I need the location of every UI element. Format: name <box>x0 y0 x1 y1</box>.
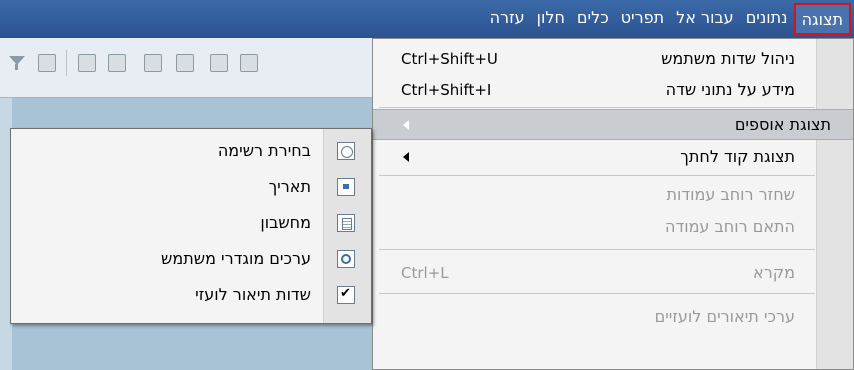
menu-icon-gutter <box>816 39 853 369</box>
menu-item-fit-column-width[interactable]: התאם רוחב עמודה <box>373 211 817 242</box>
submenu-item-user-defined-values[interactable]: ערכים מוגדרי משתמש <box>11 243 371 275</box>
menu-item-label: התאם רוחב עמודה <box>665 217 795 236</box>
menu-view[interactable]: תצוגה <box>793 3 851 35</box>
submenu-item-calculator[interactable]: מחשבון <box>11 207 371 239</box>
submenu-item-list-selection[interactable]: בחירת רשימה <box>11 135 371 167</box>
menu-separator <box>379 249 815 250</box>
calendar-icon <box>337 178 355 196</box>
image-icon[interactable] <box>38 54 56 72</box>
submenu-arrow-icon <box>403 151 409 162</box>
menu-separator <box>379 175 815 176</box>
menu-window[interactable]: חלון <box>531 3 571 35</box>
submenu-item-foreign-description-fields[interactable]: שדות תיאור לועזי <box>11 279 371 311</box>
menu-goto[interactable]: עבור אל <box>670 3 740 35</box>
menu-item-label: תצוגת אוספים <box>734 115 831 134</box>
toolbar <box>0 38 380 98</box>
menu-item-label: שחזר רוחב עמודות <box>666 185 795 204</box>
submenu-item-date[interactable]: תאריך <box>11 171 371 203</box>
menu-item-shortcut: Ctrl+L <box>401 263 449 282</box>
submenu-arrow-icon <box>403 119 409 130</box>
menu-item-restore-column-width[interactable]: שחזר רוחב עמודות <box>373 179 817 210</box>
menu-separator <box>379 107 815 108</box>
copy-icon[interactable] <box>210 54 228 72</box>
money-bag-icon[interactable] <box>176 54 194 72</box>
filter-icon[interactable] <box>8 54 26 72</box>
menu-item-field-data-info[interactable]: מידע על נתוני שדה Ctrl+Shift+I <box>373 74 817 105</box>
toolbar-separator <box>66 50 67 76</box>
checkmark-icon <box>337 286 355 304</box>
menu-menu[interactable]: תפריט <box>615 3 671 35</box>
menu-item-label: תצוגת קוד לחתך <box>680 147 795 166</box>
menu-separator <box>379 293 815 294</box>
submenu-item-label: ערכים מוגדרי משתמש <box>161 249 311 268</box>
menu-help[interactable]: עזרה <box>484 3 531 35</box>
menu-item-manage-user-fields[interactable]: ניהול שדות משתמש Ctrl+Shift+U <box>373 43 817 74</box>
menu-data[interactable]: נתונים <box>740 3 794 35</box>
menu-item-collections-view[interactable]: תצוגת אוספים <box>373 109 853 140</box>
document-icon[interactable] <box>108 54 126 72</box>
menu-item-legend[interactable]: מקרא Ctrl+L <box>373 257 817 288</box>
menu-item-label: מקרא <box>753 263 795 282</box>
view-menu-dropdown: ניהול שדות משתמש Ctrl+Shift+U מידע על נת… <box>372 38 854 370</box>
menu-tools[interactable]: כלים <box>571 3 615 35</box>
menu-item-shortcut: Ctrl+Shift+I <box>401 80 492 99</box>
submenu-item-label: תאריך <box>268 177 311 196</box>
menu-item-label: מידע על נתוני שדה <box>665 80 795 99</box>
menu-item-code-view[interactable]: תצוגת קוד לחתך <box>373 141 817 172</box>
menu-item-label: ניהול שדות משתמש <box>661 49 795 68</box>
search-icon <box>337 250 355 268</box>
calculator-icon <box>337 214 355 232</box>
menu-item-label: ערכי תיאורים לועזיים <box>654 307 795 326</box>
menu-item-shortcut: Ctrl+Shift+U <box>401 49 498 68</box>
collections-submenu: בחירת רשימה תאריך מחשבון ערכים מוגדרי מש… <box>10 128 372 324</box>
submenu-item-label: מחשבון <box>260 213 311 232</box>
submenu-item-label: בחירת רשימה <box>217 141 311 160</box>
print-icon[interactable] <box>240 54 258 72</box>
export-icon[interactable] <box>78 54 96 72</box>
submenu-item-label: שדות תיאור לועזי <box>195 285 311 304</box>
menu-bar: תצוגה נתונים עבור אל תפריט כלים חלון עזר… <box>0 0 854 38</box>
report-icon[interactable] <box>144 54 162 72</box>
menu-item-foreign-descriptions[interactable]: ערכי תיאורים לועזיים <box>373 301 817 332</box>
list-icon <box>337 142 355 160</box>
